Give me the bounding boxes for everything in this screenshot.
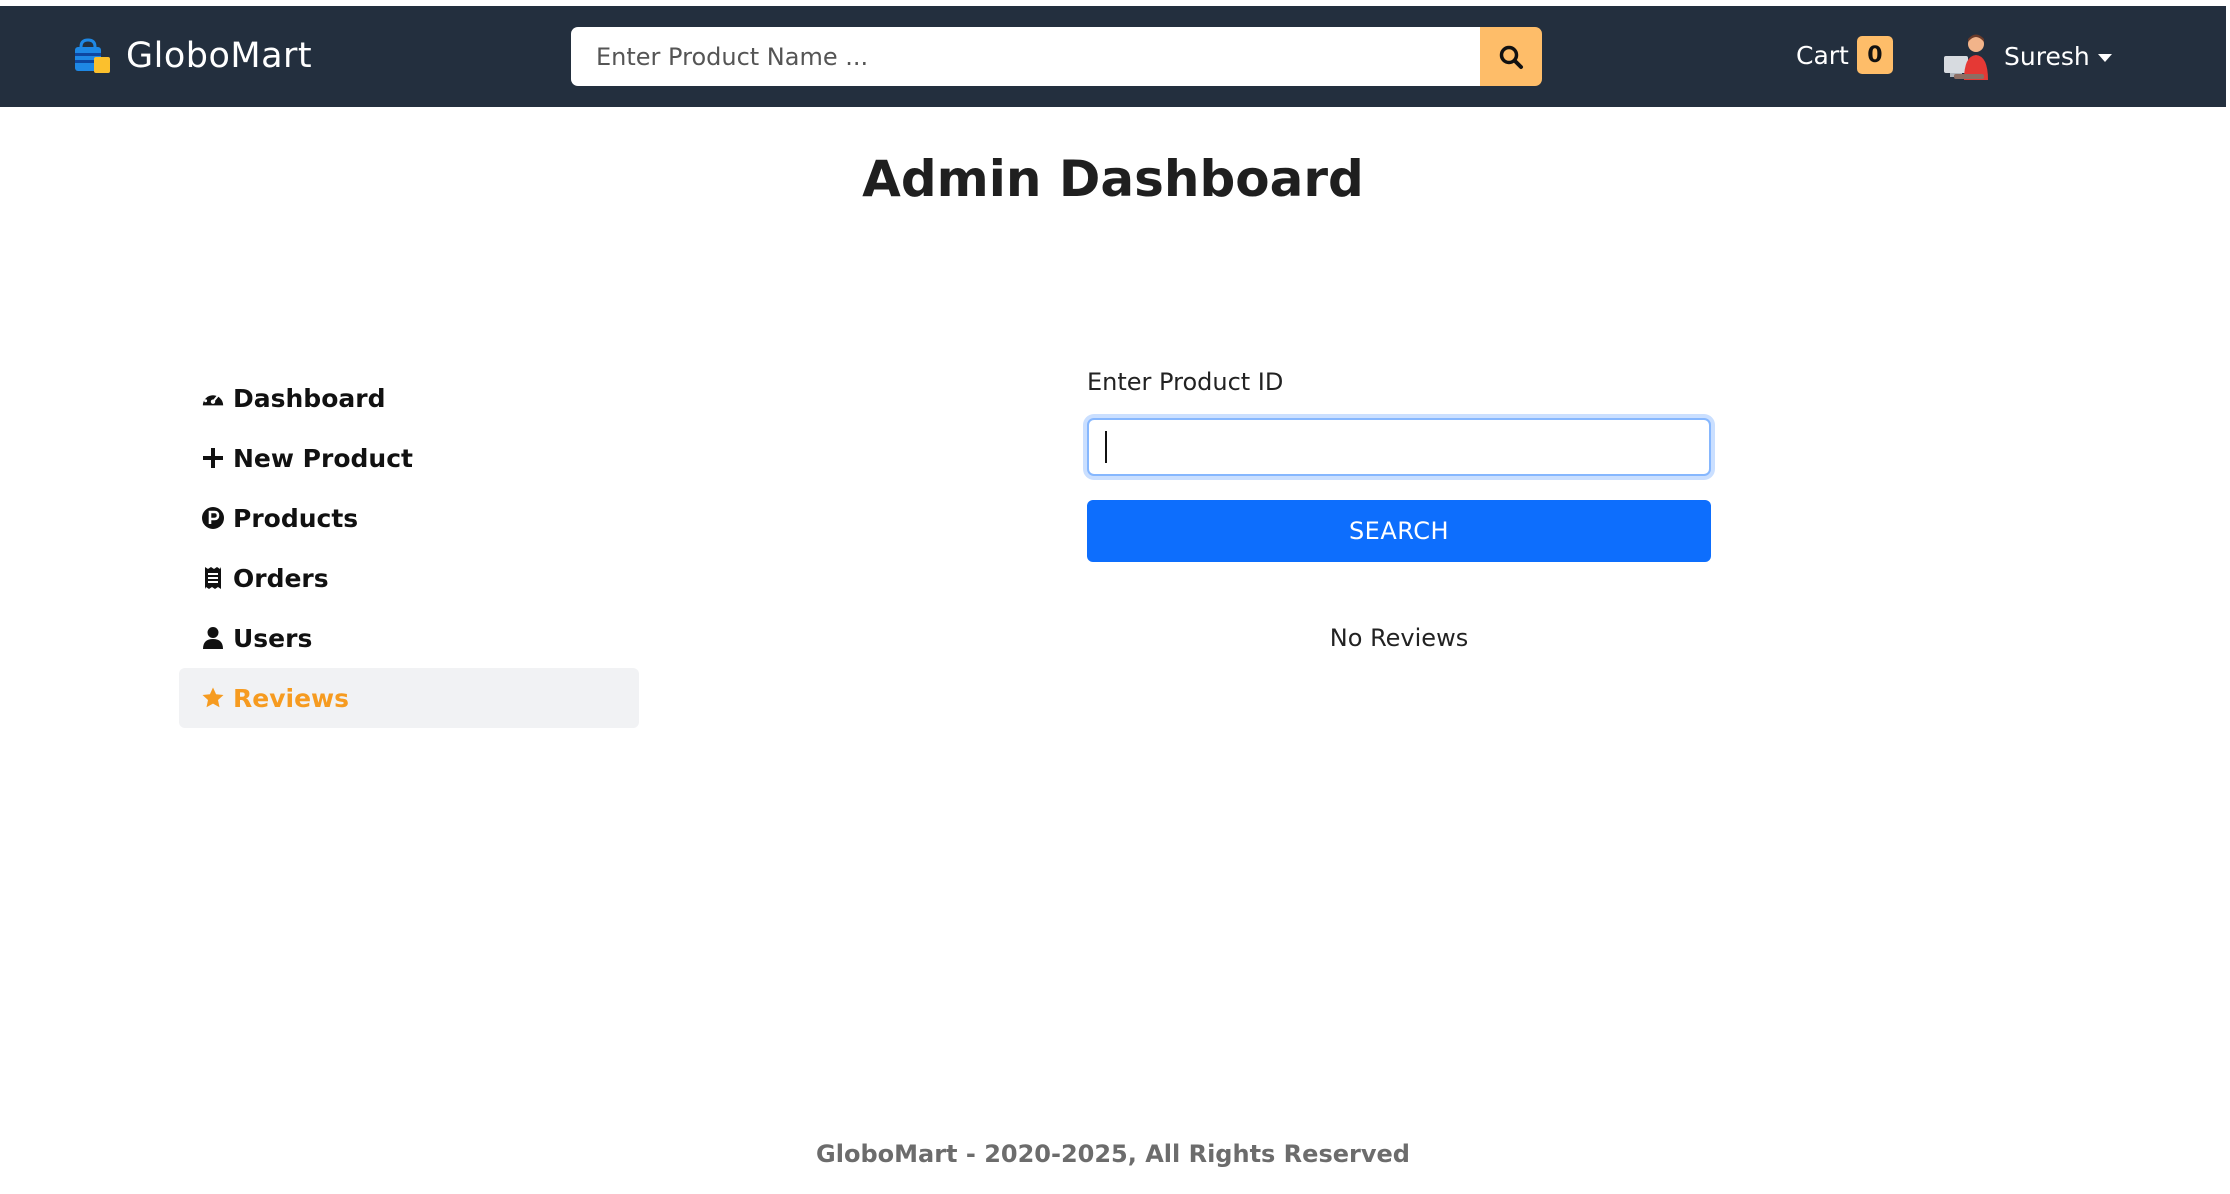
empty-reviews-message: No Reviews (1329, 624, 1469, 652)
star-icon (201, 686, 225, 710)
product-id-input[interactable] (1087, 418, 1711, 476)
page-title: Admin Dashboard (862, 150, 1364, 208)
product-p-icon (201, 506, 225, 530)
review-search-form: Enter Product ID SEARCH No Reviews (1087, 368, 1711, 652)
cart-link[interactable]: Cart 0 (1796, 36, 1893, 74)
user-menu-toggle[interactable]: Suresh (1940, 30, 2112, 82)
top-navbar: GloboMart Cart 0 Suresh (0, 6, 2226, 107)
sidebar-item-label: Orders (233, 563, 329, 593)
admin-sidebar: Dashboard New Product Products Orders Us… (179, 368, 639, 728)
brand-name: GloboMart (126, 36, 313, 76)
shopping-bag-logo-icon (75, 38, 110, 73)
sidebar-item-label: Reviews (233, 683, 350, 713)
user-avatar (1944, 34, 1988, 80)
footer-copyright: GloboMart - 2020-2025, All Rights Reserv… (816, 1140, 1410, 1168)
sidebar-item-label: Products (233, 503, 359, 533)
text-cursor (1105, 431, 1107, 463)
sidebar-item-dashboard[interactable]: Dashboard (179, 368, 639, 428)
product-search-input[interactable] (571, 27, 1480, 86)
sidebar-item-reviews[interactable]: Reviews (179, 668, 639, 728)
chevron-down-icon (2097, 53, 2112, 62)
product-id-label: Enter Product ID (1087, 368, 1284, 396)
sidebar-item-label: Dashboard (233, 383, 386, 413)
sidebar-item-orders[interactable]: Orders (179, 548, 639, 608)
user-name: Suresh (2004, 41, 2090, 71)
sidebar-item-label: New Product (233, 443, 413, 473)
product-search (571, 27, 1542, 86)
brand-link[interactable]: GloboMart (72, 36, 312, 76)
product-search-button[interactable] (1480, 27, 1542, 86)
cart-count-badge: 0 (1856, 36, 1893, 74)
search-icon (1499, 45, 1523, 69)
dashboard-gauge-icon (201, 386, 225, 410)
sidebar-item-products[interactable]: Products (179, 488, 639, 548)
cart-label: Cart (1796, 40, 1849, 70)
sidebar-item-new-product[interactable]: New Product (179, 428, 639, 488)
sidebar-item-users[interactable]: Users (179, 608, 639, 668)
plus-icon (201, 446, 225, 470)
user-icon (201, 626, 225, 650)
receipt-icon (201, 566, 225, 590)
sidebar-item-label: Users (233, 623, 313, 653)
search-reviews-button[interactable]: SEARCH (1087, 500, 1711, 562)
